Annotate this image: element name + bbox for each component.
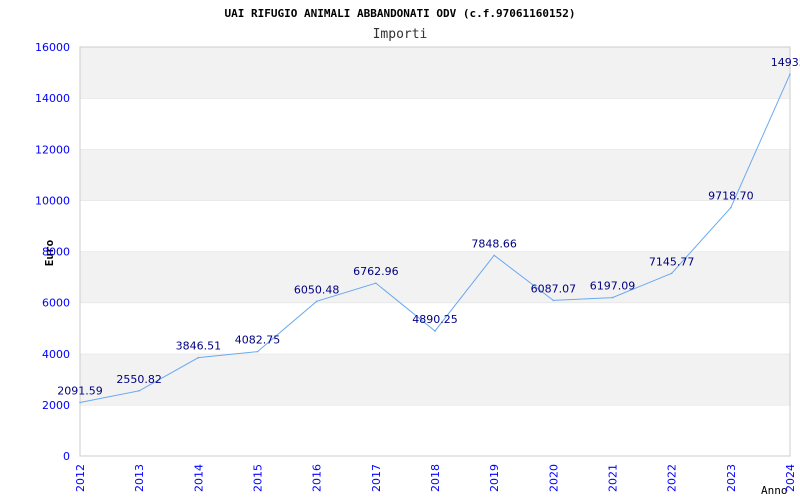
- data-point: [611, 296, 614, 299]
- chart-subtitle: Importi: [373, 27, 428, 42]
- data-label: 3846.51: [176, 340, 222, 353]
- y-tick-label: 2000: [42, 399, 70, 412]
- data-label: 6197.09: [590, 280, 636, 293]
- data-label: 4082.75: [235, 334, 281, 347]
- y-tick-label: 16000: [35, 41, 70, 54]
- data-point: [138, 389, 140, 392]
- data-label: 4890.25: [412, 313, 458, 326]
- x-tick-label: 2020: [547, 464, 560, 492]
- grid-band: [80, 200, 790, 252]
- data-point: [315, 300, 318, 303]
- data-label: 14935.: [771, 56, 800, 69]
- data-label: 6050.48: [294, 283, 340, 296]
- chart: UAI RIFUGIO ANIMALI ABBANDONATI ODV (c.f…: [0, 0, 800, 500]
- x-tick-label: 2014: [192, 464, 205, 492]
- data-point: [493, 254, 495, 257]
- y-tick-label: 14000: [35, 92, 70, 105]
- x-tick-label: 2018: [429, 464, 442, 492]
- data-point: [730, 206, 732, 209]
- data-point: [375, 282, 377, 284]
- y-tick-label: 4000: [42, 348, 70, 361]
- data-point: [670, 272, 673, 275]
- data-label: 7848.66: [471, 237, 517, 250]
- data-point: [789, 73, 791, 76]
- data-point: [197, 356, 200, 359]
- y-tick-label: 8000: [42, 246, 70, 259]
- grid-band: [80, 353, 790, 405]
- data-label: 2550.82: [116, 373, 162, 386]
- data-label: 2091.59: [57, 385, 103, 398]
- x-tick-label: 2023: [725, 464, 738, 492]
- y-tick-label: 12000: [35, 143, 70, 156]
- x-tick-label: 2022: [666, 464, 679, 492]
- grid-band: [80, 149, 790, 201]
- data-point: [552, 299, 555, 302]
- data-label: 6762.96: [353, 265, 399, 278]
- x-tick-label: 2012: [74, 464, 87, 492]
- data-point: [434, 330, 436, 332]
- data-point: [79, 401, 81, 404]
- grid-band: [80, 47, 790, 99]
- x-tick-label: 2024: [784, 464, 797, 492]
- data-label: 6087.07: [531, 282, 577, 295]
- x-tick-label: 2019: [488, 464, 501, 492]
- grid-band: [80, 98, 790, 150]
- y-tick-label: 6000: [42, 297, 70, 310]
- chart-title: UAI RIFUGIO ANIMALI ABBANDONATI ODV (c.f…: [225, 7, 576, 20]
- x-tick-label: 2015: [252, 464, 265, 492]
- data-label: 9718.70: [708, 190, 754, 203]
- x-tick-label: 2013: [133, 464, 146, 492]
- line-chart: UAI RIFUGIO ANIMALI ABBANDONATI ODV (c.f…: [35, 7, 800, 497]
- x-tick-label: 2021: [607, 464, 620, 492]
- data-point: [256, 350, 259, 353]
- y-tick-label: 10000: [35, 194, 70, 207]
- x-tick-label: 2016: [311, 464, 324, 492]
- x-tick-label: 2017: [370, 464, 383, 492]
- data-label: 7145.77: [649, 255, 695, 268]
- y-tick-label: 0: [63, 450, 70, 463]
- grid-band: [80, 404, 790, 456]
